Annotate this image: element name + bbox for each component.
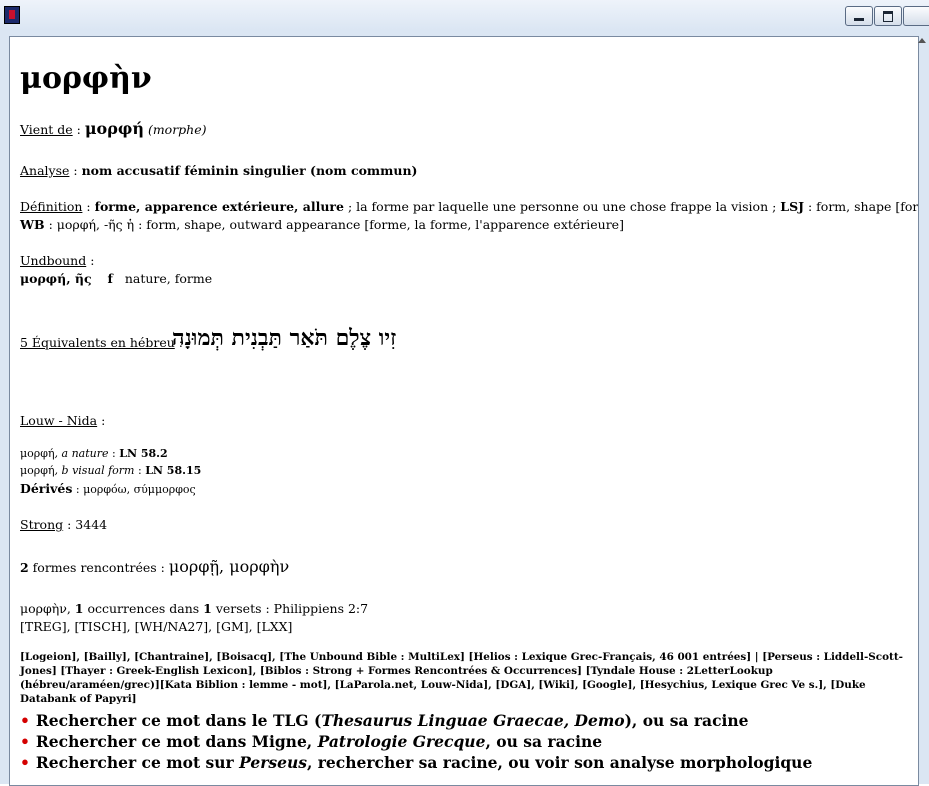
origin-word[interactable]: μορφή — [85, 119, 144, 138]
hebrew-words[interactable]: זִיו צֶלֶם תֹּאַר תַּבְנִית תְּמוּנָה — [172, 325, 396, 351]
window-frame: μορφὴν Vient de : μορφή (morphe) Analyse… — [0, 30, 929, 786]
forms-words[interactable]: μορφῇ, μορφὴν — [169, 557, 289, 576]
analysis-value: nom accusatif féminin singulier (nom com… — [81, 163, 418, 178]
search-tlg-link[interactable]: • Rechercher ce mot dans le TLG (Thesauru… — [20, 711, 749, 730]
wb-label: WB — [20, 217, 45, 232]
derived-words[interactable]: : μορφόω, σύμμορφος — [72, 483, 196, 496]
strong-line: Strong : 3444 — [20, 517, 107, 532]
strong-value: : 3444 — [63, 517, 108, 532]
undbound-gender: f — [107, 271, 113, 286]
louw-nida-entry: μορφή, b visual form : LN 58.15 — [20, 464, 202, 477]
maximize-button[interactable] — [874, 6, 902, 26]
wb-line: WB : μορφή, -ῆς ἡ : form, shape, outward… — [20, 217, 624, 232]
search-perseus-link[interactable]: • Rechercher ce mot sur Perseus, recherch… — [20, 753, 812, 772]
undbound-word: μορφή, ῆς — [20, 271, 92, 286]
undbound-gloss: nature, forme — [124, 271, 213, 286]
louw-nida-line: Louw - Nida : — [20, 413, 106, 428]
derived-label: Dérivés — [20, 481, 73, 496]
strong-label[interactable]: Strong — [20, 517, 63, 532]
analysis-line: Analyse : nom accusatif féminin singulie… — [20, 163, 418, 178]
ln-code[interactable]: LN 58.15 — [145, 464, 201, 477]
close-button[interactable] — [903, 6, 929, 26]
bullet-icon: • — [20, 753, 30, 772]
scroll-up-icon[interactable] — [918, 38, 926, 43]
undbound-line: Undbound : — [20, 253, 95, 268]
hebrew-line: 5 Équivalents en hébreu : — [20, 335, 183, 350]
definition-label[interactable]: Définition — [20, 199, 82, 214]
ln-code[interactable]: LN 58.2 — [119, 447, 167, 460]
undbound-label[interactable]: Undbound — [20, 253, 86, 268]
occurrences-line: μορφὴν, 1 occurrences dans 1 versets : P… — [20, 601, 369, 616]
forms-line: 2 formes rencontrées : μορφῇ, μορφὴν — [20, 557, 290, 576]
origin-line: Vient de : μορφή (morphe) — [20, 119, 207, 138]
definition-main: forme, apparence extérieure, allure — [94, 199, 344, 214]
title-bar — [0, 0, 929, 30]
editions-line[interactable]: [TREG], [TISCH], [WH/NA27], [GM], [LXX] — [20, 619, 292, 634]
lsj-label: LSJ — [780, 199, 805, 214]
external-links[interactable]: [Logeion], [Bailly], [Chantraine], [Bois… — [20, 650, 905, 706]
origin-translit: (morphe) — [147, 122, 207, 137]
louw-nida-entry: μορφή, a nature : LN 58.2 — [20, 447, 168, 460]
hebrew-label[interactable]: 5 Équivalents en hébreu — [20, 335, 175, 350]
origin-label[interactable]: Vient de — [20, 122, 73, 137]
headword: μορφὴν — [20, 61, 152, 96]
app-icon[interactable] — [4, 6, 20, 24]
forms-count: 2 — [20, 560, 29, 575]
derived-line: Dérivés : μορφόω, σύμμορφος — [20, 481, 196, 496]
search-migne-link[interactable]: • Rechercher ce mot dans Migne, Patrologi… — [20, 732, 602, 751]
bullet-icon: • — [20, 711, 30, 730]
minimize-button[interactable] — [845, 6, 873, 26]
analysis-label[interactable]: Analyse — [20, 163, 69, 178]
bullet-icon: • — [20, 732, 30, 751]
undbound-entry: μορφή, ῆς f nature, forme — [20, 271, 212, 286]
louw-nida-label[interactable]: Louw - Nida — [20, 413, 97, 428]
content-pane[interactable]: μορφὴν Vient de : μορφή (morphe) Analyse… — [9, 36, 919, 786]
definition-line: Définition : forme, apparence extérieure… — [20, 199, 919, 214]
